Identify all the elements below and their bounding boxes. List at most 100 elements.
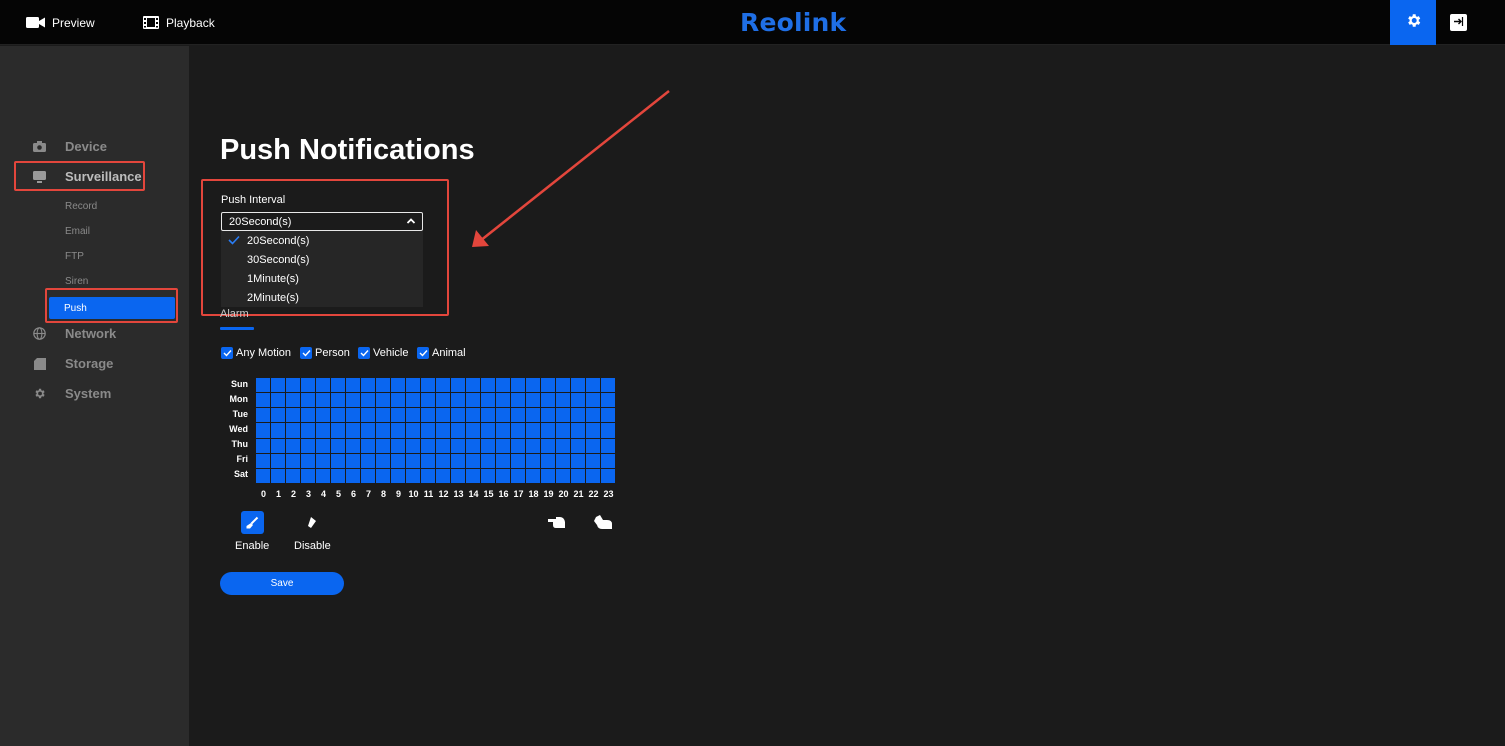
schedule-cell[interactable] bbox=[286, 408, 300, 423]
schedule-cell[interactable] bbox=[466, 468, 480, 483]
schedule-cell[interactable] bbox=[436, 393, 450, 408]
schedule-cell[interactable] bbox=[451, 378, 465, 393]
dropdown-option[interactable]: 1Minute(s) bbox=[221, 269, 423, 288]
schedule-cell[interactable] bbox=[376, 468, 390, 483]
schedule-cell[interactable] bbox=[391, 378, 405, 393]
schedule-cell[interactable] bbox=[451, 438, 465, 453]
schedule-cell[interactable] bbox=[481, 468, 495, 483]
schedule-cell[interactable] bbox=[361, 438, 375, 453]
schedule-cell[interactable] bbox=[361, 423, 375, 438]
sidebar-sub-ftp[interactable]: FTP bbox=[65, 251, 84, 262]
sidebar-sub-siren[interactable]: Siren bbox=[65, 276, 88, 287]
schedule-cell[interactable] bbox=[601, 438, 615, 453]
schedule-cell[interactable] bbox=[601, 393, 615, 408]
schedule-cell[interactable] bbox=[571, 378, 585, 393]
schedule-cell[interactable] bbox=[451, 453, 465, 468]
schedule-cell[interactable] bbox=[346, 468, 360, 483]
schedule-cell[interactable] bbox=[316, 468, 330, 483]
schedule-cell[interactable] bbox=[271, 408, 285, 423]
schedule-cell[interactable] bbox=[406, 408, 420, 423]
select-all-button[interactable] bbox=[547, 514, 567, 535]
schedule-cell[interactable] bbox=[496, 408, 510, 423]
schedule-cell[interactable] bbox=[256, 453, 270, 468]
vehicle-checkbox[interactable]: Vehicle bbox=[358, 347, 408, 359]
schedule-cell[interactable] bbox=[421, 378, 435, 393]
schedule-cell[interactable] bbox=[511, 423, 525, 438]
schedule-cell[interactable] bbox=[271, 393, 285, 408]
sidebar-sub-email[interactable]: Email bbox=[65, 226, 90, 237]
schedule-cell[interactable] bbox=[586, 378, 600, 393]
schedule-cell[interactable] bbox=[586, 393, 600, 408]
schedule-cell[interactable] bbox=[301, 378, 315, 393]
schedule-cell[interactable] bbox=[421, 423, 435, 438]
sidebar-item-network[interactable]: Network bbox=[32, 326, 116, 341]
schedule-cell[interactable] bbox=[256, 393, 270, 408]
schedule-cell[interactable] bbox=[256, 423, 270, 438]
schedule-cell[interactable] bbox=[601, 423, 615, 438]
schedule-cell[interactable] bbox=[541, 393, 555, 408]
schedule-cell[interactable] bbox=[481, 378, 495, 393]
schedule-cell[interactable] bbox=[556, 453, 570, 468]
schedule-cell[interactable] bbox=[301, 408, 315, 423]
schedule-cell[interactable] bbox=[286, 438, 300, 453]
schedule-cell[interactable] bbox=[316, 438, 330, 453]
schedule-cell[interactable] bbox=[316, 393, 330, 408]
schedule-cell[interactable] bbox=[256, 438, 270, 453]
schedule-cell[interactable] bbox=[376, 423, 390, 438]
schedule-cell[interactable] bbox=[391, 438, 405, 453]
schedule-cell[interactable] bbox=[526, 468, 540, 483]
schedule-cell[interactable] bbox=[406, 378, 420, 393]
animal-checkbox[interactable]: Animal bbox=[417, 347, 466, 359]
schedule-cell[interactable] bbox=[496, 378, 510, 393]
schedule-cell[interactable] bbox=[331, 378, 345, 393]
schedule-cell[interactable] bbox=[376, 453, 390, 468]
push-interval-select[interactable]: 20Second(s) bbox=[221, 212, 423, 231]
schedule-cell[interactable] bbox=[256, 468, 270, 483]
dropdown-option[interactable]: 2Minute(s) bbox=[221, 288, 423, 307]
schedule-cell[interactable] bbox=[466, 438, 480, 453]
schedule-cell[interactable] bbox=[541, 423, 555, 438]
schedule-cell[interactable] bbox=[301, 423, 315, 438]
schedule-cell[interactable] bbox=[406, 468, 420, 483]
schedule-cell[interactable] bbox=[526, 423, 540, 438]
schedule-cell[interactable] bbox=[346, 378, 360, 393]
clear-all-button[interactable] bbox=[593, 514, 613, 535]
schedule-cell[interactable] bbox=[451, 468, 465, 483]
schedule-cell[interactable] bbox=[496, 393, 510, 408]
schedule-cell[interactable] bbox=[316, 423, 330, 438]
schedule-cell[interactable] bbox=[421, 438, 435, 453]
schedule-cell[interactable] bbox=[571, 408, 585, 423]
schedule-cell[interactable] bbox=[271, 423, 285, 438]
schedule-cell[interactable] bbox=[511, 393, 525, 408]
schedule-cell[interactable] bbox=[316, 408, 330, 423]
schedule-cell[interactable] bbox=[451, 393, 465, 408]
schedule-cell[interactable] bbox=[526, 453, 540, 468]
schedule-cell[interactable] bbox=[301, 468, 315, 483]
schedule-cell[interactable] bbox=[571, 438, 585, 453]
dropdown-option[interactable]: 30Second(s) bbox=[221, 250, 423, 269]
schedule-cell[interactable] bbox=[256, 408, 270, 423]
schedule-cell[interactable] bbox=[421, 468, 435, 483]
schedule-cell[interactable] bbox=[331, 408, 345, 423]
schedule-cell[interactable] bbox=[436, 408, 450, 423]
schedule-cell[interactable] bbox=[346, 393, 360, 408]
schedule-cell[interactable] bbox=[511, 468, 525, 483]
schedule-cell[interactable] bbox=[586, 408, 600, 423]
schedule-cell[interactable] bbox=[376, 393, 390, 408]
sidebar-item-device[interactable]: Device bbox=[32, 139, 107, 154]
schedule-cell[interactable] bbox=[556, 408, 570, 423]
schedule-cell[interactable] bbox=[511, 378, 525, 393]
schedule-cell[interactable] bbox=[391, 423, 405, 438]
schedule-cell[interactable] bbox=[316, 453, 330, 468]
schedule-cell[interactable] bbox=[391, 468, 405, 483]
save-button[interactable]: Save bbox=[220, 572, 344, 595]
schedule-cell[interactable] bbox=[376, 438, 390, 453]
schedule-cell[interactable] bbox=[451, 408, 465, 423]
schedule-cell[interactable] bbox=[436, 423, 450, 438]
schedule-cell[interactable] bbox=[496, 468, 510, 483]
schedule-cell[interactable] bbox=[481, 438, 495, 453]
schedule-cell[interactable] bbox=[421, 408, 435, 423]
schedule-cell[interactable] bbox=[391, 393, 405, 408]
schedule-cell[interactable] bbox=[316, 378, 330, 393]
schedule-cell[interactable] bbox=[526, 393, 540, 408]
